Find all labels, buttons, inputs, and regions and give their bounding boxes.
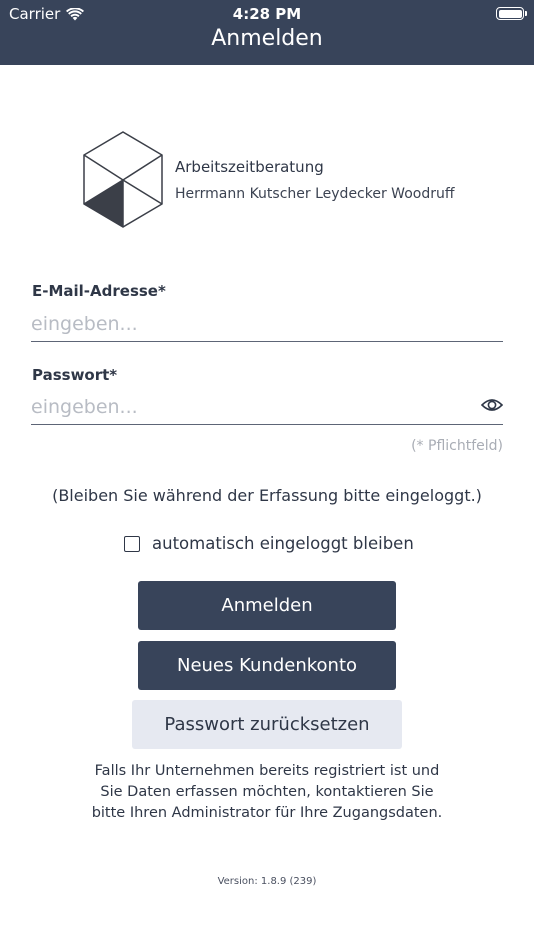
checkbox-icon[interactable] [124, 535, 140, 552]
page-title: Anmelden [211, 26, 323, 51]
new-account-button[interactable]: Neues Kundenkonto [138, 641, 396, 690]
status-time: 4:28 PM [232, 5, 302, 23]
header: Carrier 4:28 PM Anmelden [0, 0, 534, 65]
info-line-2: Sie Daten erfassen möchten, kontaktieren… [100, 784, 434, 800]
password-field[interactable] [31, 393, 503, 425]
required-hint: (* Pflichtfeld) [411, 438, 503, 454]
battery-icon [496, 7, 527, 20]
reset-password-button[interactable]: Passwort zurücksetzen [132, 700, 402, 749]
info-line-1: Falls Ihr Unternehmen bereits registrier… [94, 763, 440, 779]
stay-logged-notice: (Bleiben Sie während der Erfassung bitte… [52, 486, 482, 505]
brand-subtitle: Herrmann Kutscher Leydecker Woodruff [175, 186, 455, 202]
info-line-3: bitte Ihren Administrator für Ihre Zugan… [91, 805, 443, 821]
version-label: Version: 1.8.9 (239) [217, 876, 317, 887]
login-button[interactable]: Anmelden [138, 581, 396, 630]
password-label: Passwort* [32, 366, 118, 384]
cube-logo [83, 131, 163, 228]
email-field[interactable] [31, 310, 503, 342]
remember-label: automatisch eingeloggt bleiben [152, 534, 414, 553]
brand-title: Arbeitszeitberatung [175, 158, 324, 176]
info-text: Falls Ihr Unternehmen bereits registrier… [0, 761, 534, 824]
eye-icon[interactable] [481, 397, 503, 413]
remember-row[interactable]: automatisch eingeloggt bleiben [124, 534, 414, 553]
email-label: E-Mail-Adresse* [32, 282, 166, 300]
